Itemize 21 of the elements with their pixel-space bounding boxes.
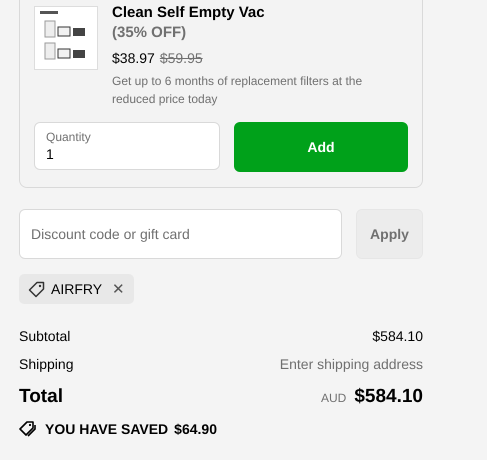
tags-icon — [19, 420, 37, 438]
total-amount: $584.10 — [354, 386, 423, 408]
summary-value: $584.10 — [372, 328, 423, 344]
add-button[interactable]: Add — [234, 122, 408, 172]
summary-value: Enter shipping address — [280, 356, 423, 372]
product-title: Clean Self Empty Vac — [112, 4, 266, 21]
discount-code: AIRFRY — [51, 281, 102, 297]
remove-button[interactable]: ✕ — [112, 280, 126, 298]
savings-amount: $64.90 — [174, 421, 217, 437]
quantity-field[interactable]: Quantity 1 — [34, 122, 220, 170]
summary-label: Shipping — [19, 356, 74, 372]
currency-code: AUD — [320, 391, 346, 405]
summary-label: Subtotal — [19, 328, 70, 344]
savings-label: YOU HAVE SAVED — [45, 421, 168, 437]
offer-description: Get up to 6 months of replacement filters at the reduced price today — [112, 73, 364, 108]
sale-price: $38.97 — [112, 50, 155, 66]
tag-icon — [28, 280, 45, 298]
total-label: Total — [19, 386, 63, 408]
discount-field[interactable]: Discount code or gift card — [19, 209, 342, 259]
discount-percent: (35% OFF) — [112, 24, 188, 41]
original-price: $59.95 — [160, 50, 203, 66]
